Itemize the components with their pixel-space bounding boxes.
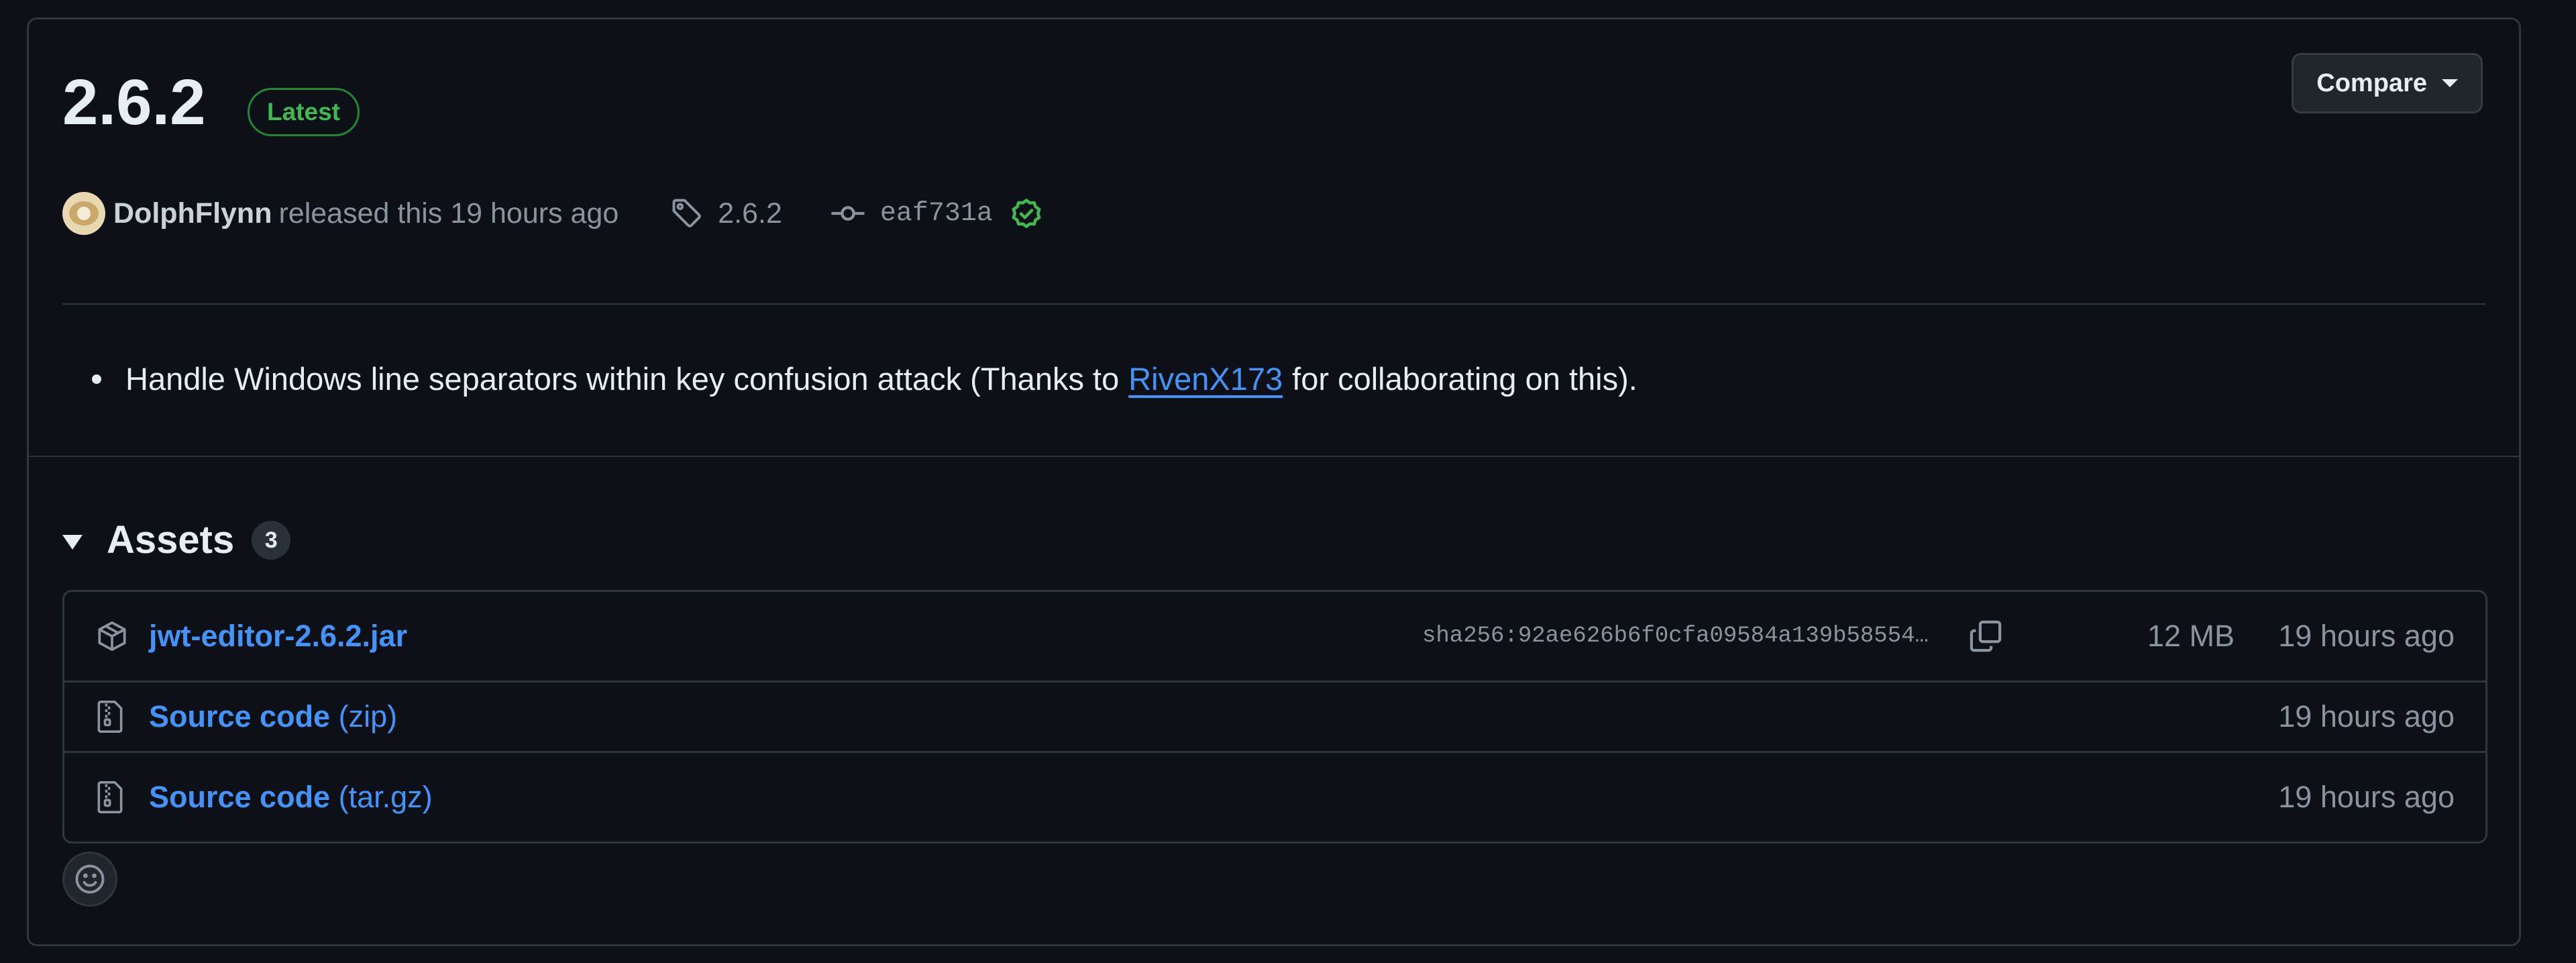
asset-sha256: sha256:92ae626b6f0cfa09584a139b58554… — [1422, 623, 1929, 649]
released-text: released this 19 hours ago — [278, 197, 619, 230]
smiley-icon — [75, 864, 105, 894]
asset-row: Source code (tar.gz) 19 hours ago — [64, 753, 2485, 842]
triangle-down-icon — [62, 534, 83, 550]
caret-down-icon — [2442, 79, 2458, 87]
asset-name-link[interactable]: jwt-editor-2.6.2.jar — [149, 619, 407, 654]
commit-link[interactable]: eaf731a — [830, 196, 1059, 231]
tag-name: 2.6.2 — [718, 197, 782, 230]
commit-hash: eaf731a — [879, 198, 993, 229]
release-card: 2.6.2 Latest Compare DolphFlynn released… — [27, 17, 2521, 946]
source-code-zip-link[interactable]: Source code (zip) — [149, 699, 397, 734]
package-icon — [98, 621, 126, 651]
assets-count: 3 — [252, 520, 291, 560]
source-code-label: Source code — [149, 780, 331, 814]
source-code-targz-link[interactable]: Source code (tar.gz) — [149, 780, 433, 815]
assets-title: Assets — [107, 518, 235, 562]
compare-button-label: Compare — [2316, 69, 2427, 97]
tag-icon — [672, 199, 702, 227]
asset-time: 19 hours ago — [2278, 619, 2455, 653]
source-code-format: (zip) — [338, 699, 398, 733]
source-code-format: (tar.gz) — [338, 780, 433, 814]
avatar[interactable] — [62, 192, 105, 235]
tag-link[interactable]: 2.6.2 — [671, 197, 782, 230]
file-zip-icon — [97, 780, 123, 814]
latest-badge: Latest — [248, 88, 360, 136]
check-circle-icon[interactable] — [1009, 196, 1044, 231]
copy-icon[interactable] — [1968, 619, 2003, 654]
contributor-link[interactable]: RivenX173 — [1128, 360, 1283, 397]
asset-time: 19 hours ago — [2278, 780, 2455, 814]
asset-time: 19 hours ago — [2278, 699, 2455, 733]
add-reaction-button[interactable] — [62, 852, 117, 907]
assets-toggle[interactable]: Assets 3 — [62, 517, 291, 562]
compare-button[interactable]: Compare — [2292, 53, 2483, 113]
file-zip-icon — [97, 700, 123, 733]
header-divider — [62, 303, 2485, 305]
asset-size: 12 MB — [2147, 619, 2235, 653]
section-divider — [29, 456, 2519, 457]
notes-text-after: for collaborating on this). — [1292, 361, 1638, 397]
release-notes-item: Handle Windows line separators within ke… — [92, 360, 1638, 397]
notes-text-before: Handle Windows line separators within ke… — [125, 361, 1120, 397]
source-code-label: Source code — [149, 699, 331, 733]
release-version: 2.6.2 — [62, 66, 206, 138]
release-meta: DolphFlynn released this 19 hours ago 2.… — [62, 190, 1059, 237]
assets-list: jwt-editor-2.6.2.jar sha256:92ae626b6f0c… — [62, 590, 2487, 844]
author-link[interactable]: DolphFlynn — [113, 197, 272, 230]
git-commit-icon — [831, 206, 865, 221]
asset-row: jwt-editor-2.6.2.jar sha256:92ae626b6f0c… — [64, 592, 2485, 682]
bullet — [92, 374, 101, 384]
asset-row: Source code (zip) 19 hours ago — [64, 682, 2485, 753]
